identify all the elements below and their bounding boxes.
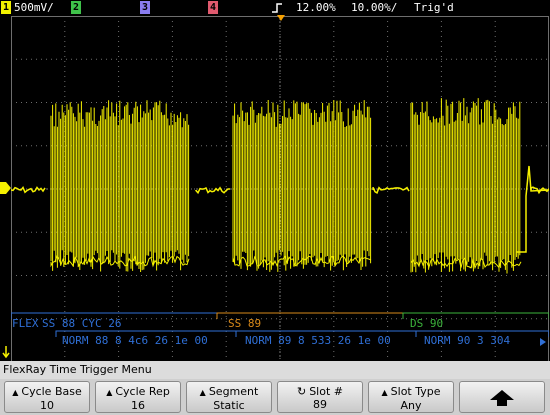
status-bar: 1 500mV/ 2 3 4 12.00% 10.00%/ Trig'd (0, 0, 550, 16)
channel-1-indicator[interactable]: 1 (1, 1, 11, 14)
trace-segment (372, 186, 410, 195)
knob-arrow-icon: ▲ (381, 388, 388, 397)
bus-marker-icon (2, 346, 10, 359)
trace-segment (410, 98, 521, 274)
decode-frame-ss-88: SS 88 CYC 26 (42, 317, 122, 330)
waveform-display (11, 16, 549, 362)
decode-frame-norm-90: NORM 90 3 304 (424, 334, 511, 347)
trace-segment (232, 100, 372, 272)
trace-segment (50, 100, 190, 272)
decode-row-1: FLEX (12, 317, 39, 331)
entry-knob-icon: ↻ (296, 385, 307, 398)
trigger-status: Trig'd (414, 1, 454, 14)
channel-4-indicator[interactable]: 4 (208, 1, 218, 14)
menu-title: FlexRay Time Trigger Menu (0, 361, 550, 379)
knob-arrow-icon: ▲ (106, 388, 113, 397)
knob-arrow-icon: ▲ (12, 388, 19, 397)
menu-up-button[interactable] (459, 381, 545, 413)
channel-1-scale: 500mV/ (14, 1, 54, 14)
decode-frame-norm-89: NORM 89 8 533 26 1e 00 (245, 334, 391, 347)
decode-frame-ss-89: SS 89 (228, 317, 262, 330)
timebase-delay: 12.00% (296, 1, 336, 14)
channel-1-ground-marker (0, 182, 11, 194)
cycle-base-softkey[interactable]: ▲ Cycle Base 10 (4, 381, 90, 413)
trigger-marker-icon (277, 15, 285, 21)
trigger-position-icon (272, 3, 282, 13)
channel-3-indicator[interactable]: 3 (140, 1, 150, 14)
softkey-bar: ▲ Cycle Base 10 ▲ Cycle Rep 16 ▲ Segment St… (0, 379, 550, 415)
cycle-rep-softkey[interactable]: ▲ Cycle Rep 16 (95, 381, 181, 413)
bus-label: FLEX (12, 317, 39, 330)
decode-frame-norm-88: NORM 88 8 4c6 26 1e 00 (62, 334, 208, 347)
decode-frame-ds-90: DS 90 (410, 317, 444, 330)
scroll-right-icon (540, 338, 546, 346)
knob-arrow-icon: ▲ (199, 388, 206, 397)
segment-softkey[interactable]: ▲ Segment Static (186, 381, 272, 413)
slot-type-softkey[interactable]: ▲ Slot Type Any (368, 381, 454, 413)
slot-number-softkey[interactable]: ↻ Slot # 89 (277, 381, 363, 413)
trace-segment (11, 185, 46, 194)
trace-segment (516, 165, 549, 253)
trace-segment (530, 186, 549, 195)
timebase-scale: 10.00%/ (351, 1, 398, 14)
channel-2-indicator[interactable]: 2 (71, 1, 81, 14)
up-arrow-icon (490, 390, 514, 406)
